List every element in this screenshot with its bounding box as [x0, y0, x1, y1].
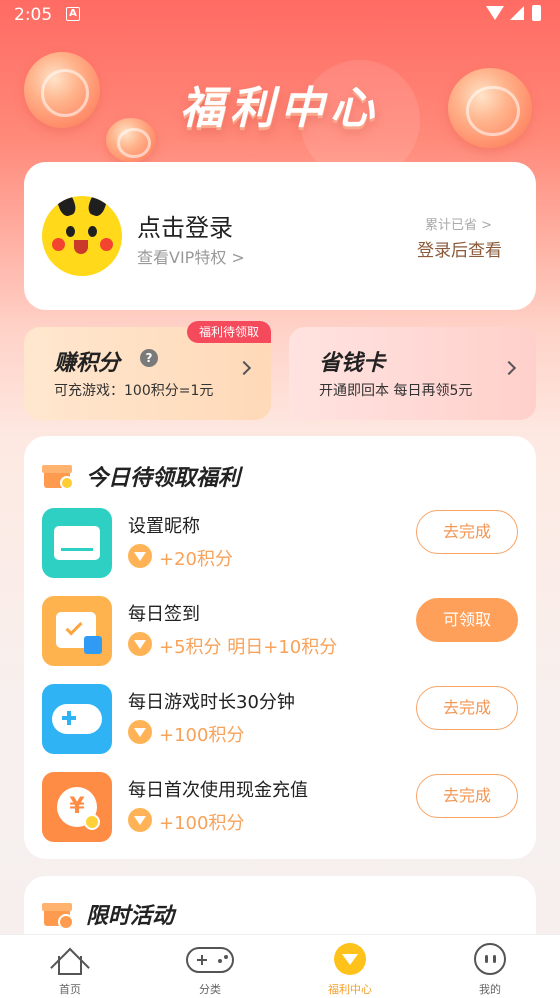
page-title: 福利中心 — [180, 83, 380, 134]
task-row: 每日签到 +5积分 明日+10积分 可领取 — [42, 596, 518, 676]
nav-item-welfare[interactable]: 福利中心 — [280, 935, 420, 998]
section-title: 限时活动 — [86, 904, 175, 929]
battery-icon — [532, 5, 541, 21]
nav-label: 我的 — [479, 983, 501, 996]
yuan-icon: ¥ — [42, 772, 112, 842]
task-name: 每日首次使用现金充值 — [128, 780, 308, 801]
task-name: 设置昵称 — [128, 516, 200, 537]
task-name: 每日游戏时长30分钟 — [128, 692, 295, 713]
gift-clock-icon — [42, 898, 74, 930]
welfare-pending-badge: 福利待领取 — [186, 321, 271, 343]
chevron-right-icon — [501, 360, 517, 376]
go-complete-button[interactable]: 去完成 — [416, 774, 518, 818]
claim-button[interactable]: 可领取 — [416, 598, 518, 642]
status-bar: 2:05 A — [0, 0, 560, 30]
reward-text: +5积分 明日+10积分 — [159, 637, 338, 658]
gift-icon — [42, 460, 74, 490]
reward-text: +100积分 — [159, 725, 245, 746]
home-icon — [50, 943, 90, 988]
gamepad-icon — [186, 947, 234, 973]
gamepad-icon — [42, 684, 112, 754]
calendar-icon — [42, 596, 112, 666]
welfare-icon — [334, 943, 366, 975]
saving-card-title: 省钱卡 — [319, 351, 386, 376]
wifi-icon — [486, 6, 504, 20]
chevron-right-icon — [236, 360, 252, 376]
vip-privilege-link[interactable]: 查看VIP特权 > — [137, 244, 245, 268]
reward-text: +20积分 — [159, 549, 233, 570]
user-card[interactable]: 点击登录 查看VIP特权 > 累计已省 > 登录后查看 — [24, 162, 536, 310]
login-button[interactable]: 点击登录 — [137, 208, 233, 243]
saving-card[interactable]: 省钱卡 开通即回本 每日再领5元 — [289, 327, 536, 420]
go-complete-button[interactable]: 去完成 — [416, 510, 518, 554]
reward-text: +100积分 — [159, 813, 245, 834]
earn-points-subtitle: 可充游戏：100积分=1元 — [54, 383, 214, 399]
signal-icon — [510, 6, 524, 20]
task-name: 每日签到 — [128, 604, 200, 625]
total-saved-value: 登录后查看 — [417, 241, 502, 261]
saving-card-subtitle: 开通即回本 每日再领5元 — [319, 383, 473, 399]
points-gem-icon — [128, 632, 152, 656]
face-icon — [474, 943, 506, 975]
earn-points-card[interactable]: 福利待领取 赚积分 ? 可充游戏：100积分=1元 — [24, 321, 271, 420]
points-gem-icon — [128, 544, 152, 568]
nav-item-category[interactable]: 分类 — [140, 935, 280, 998]
section-title: 今日待领取福利 — [86, 466, 241, 491]
nav-item-me[interactable]: 我的 — [420, 935, 560, 998]
notification-icon: A — [66, 7, 80, 21]
today-welfare-panel: 今日待领取福利 设置昵称 +20积分 去完成 每日签到 +5积分 明日+10积分… — [24, 436, 536, 859]
nav-label: 首页 — [59, 983, 81, 996]
go-complete-button[interactable]: 去完成 — [416, 686, 518, 730]
task-row: 每日游戏时长30分钟 +100积分 去完成 — [42, 684, 518, 764]
points-gem-icon — [128, 720, 152, 744]
edit-card-icon — [42, 508, 112, 578]
bottom-nav: 首页 分类 福利中心 我的 — [0, 934, 560, 998]
total-saved-link[interactable]: 累计已省 > — [425, 214, 492, 233]
nav-item-home[interactable]: 首页 — [0, 935, 140, 998]
help-icon[interactable]: ? — [140, 349, 158, 367]
earn-points-title: 赚积分 — [54, 351, 121, 376]
avatar[interactable] — [42, 196, 122, 276]
task-row: ¥ 每日首次使用现金充值 +100积分 去完成 — [42, 772, 518, 852]
task-row: 设置昵称 +20积分 去完成 — [42, 508, 518, 588]
nav-label: 福利中心 — [328, 983, 372, 996]
nav-label: 分类 — [199, 983, 221, 996]
status-time: 2:05 — [14, 5, 53, 25]
points-gem-icon — [128, 808, 152, 832]
